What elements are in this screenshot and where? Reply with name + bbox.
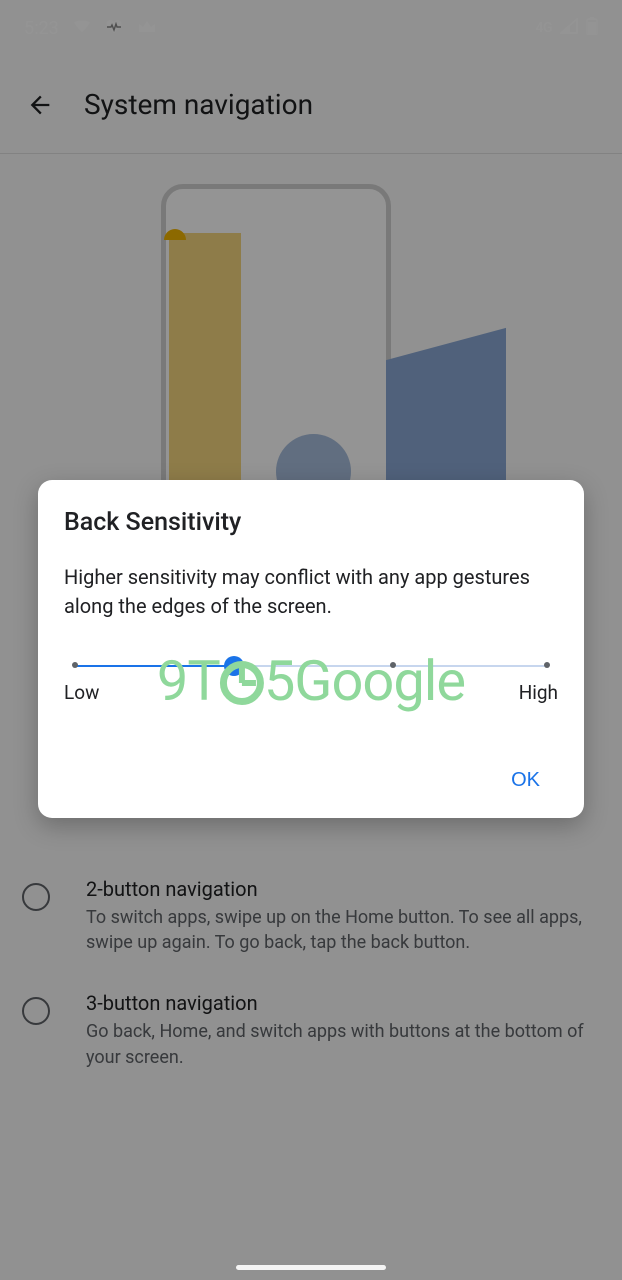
slider-thumb[interactable]: [224, 656, 244, 676]
sensitivity-slider[interactable]: Low High 9T5Google: [64, 651, 558, 711]
gesture-nav-handle[interactable]: [236, 1265, 386, 1270]
ok-button[interactable]: OK: [493, 759, 558, 802]
dialog-description: Higher sensitivity may conflict with any…: [64, 563, 558, 621]
slider-high-label: High: [519, 681, 558, 704]
slider-low-label: Low: [64, 681, 99, 704]
back-sensitivity-dialog: Back Sensitivity Higher sensitivity may …: [38, 480, 584, 818]
dialog-title: Back Sensitivity: [64, 508, 558, 537]
